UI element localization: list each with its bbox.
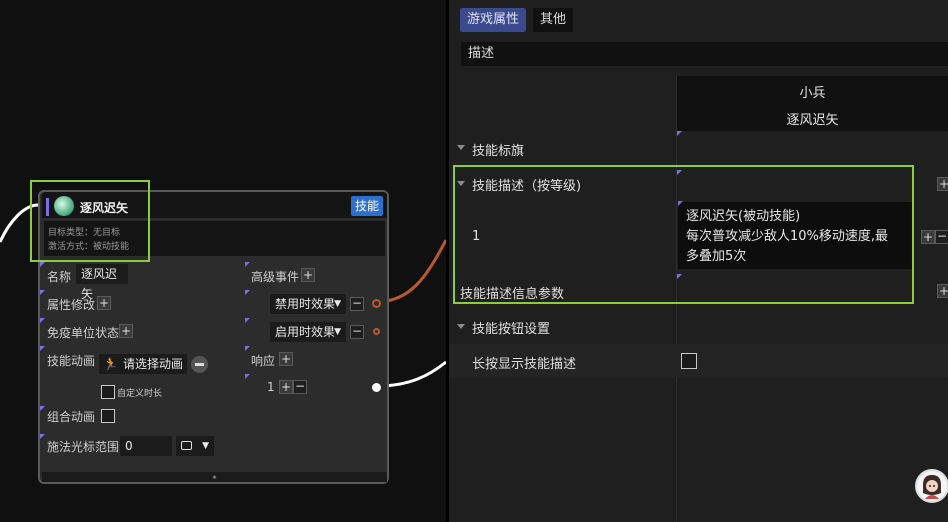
chevron-down-icon: ▼ bbox=[202, 441, 209, 451]
input-corner bbox=[40, 434, 45, 439]
cast-range-label: 施法光标范围 bbox=[47, 440, 120, 454]
input-corner bbox=[40, 406, 45, 411]
remove-disable-effect-button[interactable]: − bbox=[350, 297, 364, 311]
add-immune-button[interactable]: + bbox=[119, 324, 133, 338]
input-corner bbox=[40, 262, 45, 267]
enable-effect-label: 启用时效果 bbox=[275, 325, 336, 339]
collapse-arrow-icon bbox=[457, 145, 465, 150]
row-long-press: 长按显示技能描述 bbox=[449, 344, 948, 378]
add-response-button[interactable]: + bbox=[279, 352, 293, 366]
tab-other[interactable]: 其他 bbox=[533, 8, 574, 32]
response-output-pin[interactable] bbox=[372, 383, 381, 392]
remove-enable-effect-button[interactable]: − bbox=[350, 325, 364, 339]
attr-modify-label: 属性修改 bbox=[47, 298, 96, 312]
enable-effect-output-pin[interactable] bbox=[373, 328, 380, 335]
name-field[interactable]: 逐风迟矢 bbox=[76, 264, 128, 301]
row-skill-flags[interactable]: 技能标旗 bbox=[449, 131, 948, 165]
add-level-button[interactable]: + bbox=[937, 177, 948, 191]
disable-effect-output-pin[interactable] bbox=[372, 299, 381, 308]
property-panel: 游戏属性 其他 描述 小兵 逐风迟矢 技能标旗 技能描述（按等级) + 1 逐风… bbox=[449, 0, 948, 522]
disable-effect-label: 禁用时效果 bbox=[275, 297, 336, 311]
list-icon bbox=[181, 441, 192, 450]
avatar[interactable] bbox=[915, 469, 948, 503]
tab-game-properties[interactable]: 游戏属性 bbox=[460, 8, 527, 32]
run-anim-icon: 🏃 bbox=[103, 357, 118, 371]
cell-corner bbox=[677, 131, 682, 136]
input-corner bbox=[40, 290, 45, 295]
collapse-arrow-icon bbox=[457, 324, 465, 329]
column-header: 小兵 逐风迟矢 bbox=[677, 76, 948, 131]
enable-effect-dropdown[interactable]: 启用时效果 ▼ bbox=[270, 322, 346, 342]
skill-flags-label: 技能标旗 bbox=[472, 144, 525, 159]
name-label: 名称 bbox=[47, 270, 72, 284]
add-attr-button[interactable]: + bbox=[97, 296, 111, 310]
chevron-down-icon: ▼ bbox=[334, 299, 341, 309]
node-header-highlight bbox=[30, 180, 150, 262]
combo-anim-checkbox[interactable] bbox=[101, 409, 115, 423]
input-corner bbox=[40, 318, 45, 323]
output-corner bbox=[245, 346, 250, 351]
long-press-checkbox[interactable] bbox=[681, 353, 697, 369]
skill-anim-label: 技能动画 bbox=[47, 354, 96, 368]
add-param-button[interactable]: + bbox=[937, 284, 948, 298]
immune-state-label: 免疫单位状态 bbox=[47, 326, 120, 340]
long-press-label: 长按显示技能描述 bbox=[472, 357, 577, 372]
row-button-settings[interactable]: 技能按钮设置 bbox=[449, 309, 948, 344]
input-corner bbox=[40, 346, 45, 351]
response-index: 1 bbox=[267, 380, 275, 394]
node-body: 名称 逐风迟矢 属性修改 + 免疫单位状态 + 技能动画 🏃 请选择动画 自定义… bbox=[40, 260, 387, 472]
custom-duration-label: 自定义时长 bbox=[117, 389, 163, 399]
cast-range-type-dropdown[interactable]: ▼ bbox=[176, 436, 214, 456]
node-graph-canvas[interactable]: 逐风迟矢 技能 目标类型：无目标 激活方式：被动技能 名称 逐风迟矢 属性修改 … bbox=[0, 0, 446, 522]
add-desc-line-button[interactable]: + bbox=[921, 230, 935, 244]
node-resize-handle[interactable]: ⁎ bbox=[42, 472, 387, 482]
remove-desc-line-button[interactable]: − bbox=[935, 230, 948, 244]
description-section-header[interactable]: 描述 bbox=[461, 42, 948, 66]
custom-duration-checkbox[interactable] bbox=[101, 385, 115, 399]
remove-response-item-button[interactable]: − bbox=[293, 380, 307, 394]
anim-select-button[interactable]: 🏃 请选择动画 bbox=[99, 354, 187, 374]
user-avatar-icon bbox=[923, 475, 941, 499]
output-corner bbox=[245, 318, 250, 323]
disable-effect-dropdown[interactable]: 禁用时效果 ▼ bbox=[270, 294, 346, 314]
anim-clear-icon[interactable] bbox=[191, 356, 208, 373]
advanced-events-label: 高级事件 bbox=[251, 270, 300, 284]
cast-range-field[interactable]: 0 bbox=[120, 436, 172, 456]
output-corner bbox=[245, 290, 250, 295]
skill-type-badge: 技能 bbox=[350, 196, 383, 216]
chevron-down-icon: ▼ bbox=[334, 327, 341, 337]
add-event-button[interactable]: + bbox=[301, 268, 315, 282]
output-corner bbox=[245, 262, 250, 267]
output-corner bbox=[245, 374, 250, 379]
response-label: 响应 bbox=[251, 354, 276, 368]
anim-select-label: 请选择动画 bbox=[123, 357, 184, 371]
column-skill-name: 逐风迟矢 bbox=[786, 113, 839, 128]
combo-anim-label: 组合动画 bbox=[47, 410, 96, 424]
level-desc-highlight bbox=[453, 165, 914, 304]
column-unit-name: 小兵 bbox=[799, 86, 826, 101]
add-response-item-button[interactable]: + bbox=[279, 380, 293, 394]
button-settings-label: 技能按钮设置 bbox=[472, 322, 551, 337]
